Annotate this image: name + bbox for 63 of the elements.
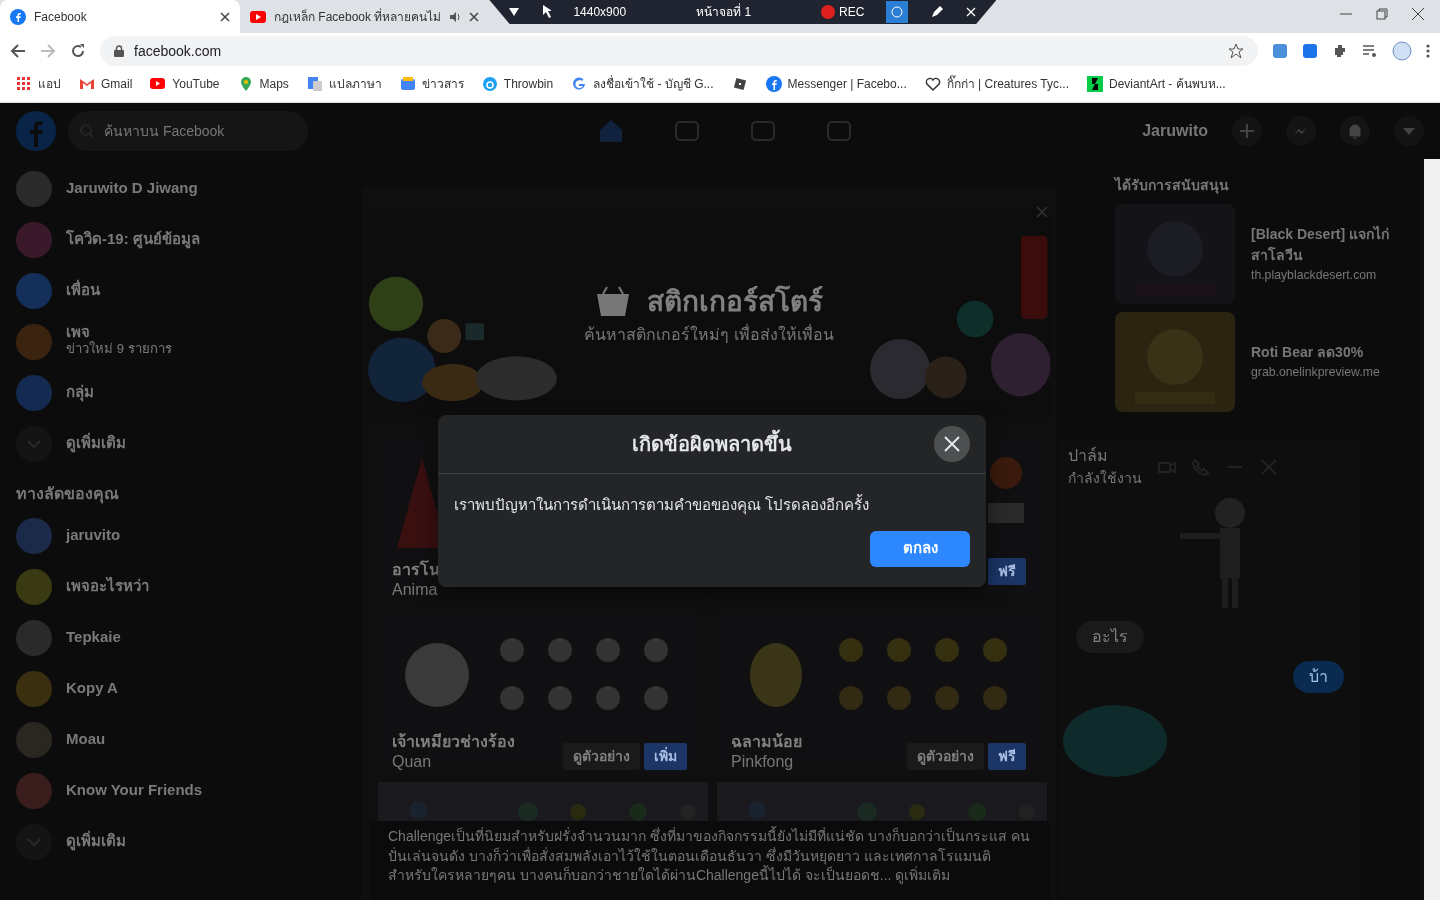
chat-status: กำลังใช้งาน — [1068, 469, 1142, 488]
add-button[interactable]: ฟรี — [988, 558, 1026, 585]
sidebar-item[interactable]: ดูเพิ่มเติม — [16, 816, 344, 867]
message-bubble: บ้า — [1293, 661, 1344, 693]
screen-label: หน้าจอที่ 1 — [696, 3, 752, 21]
browser-tab[interactable]: กฎเหล็ก Facebook ที่หลายคนไม่ — [240, 0, 490, 33]
sidebar-subtext: ข่าวใหม่ 9 รายการ — [66, 340, 172, 359]
record-button[interactable]: REC — [821, 3, 865, 21]
sidebar-item[interactable]: กลุ่ม — [16, 367, 344, 418]
bookmark[interactable]: แปลภาษา — [306, 75, 382, 93]
message-bubble: อะไร — [1076, 621, 1144, 653]
search-field[interactable]: ค้นหาบน Facebook — [68, 111, 308, 151]
bookmark[interactable]: แอป — [16, 75, 61, 93]
dialog-message: เราพบปัญหาในการดำเนินการตามคำขอของคุณ โปรดลองอีกครั้ง — [453, 493, 871, 517]
chat-name[interactable]: ปาล์ม — [1068, 444, 1142, 468]
bookmark[interactable]: DeviantArt - ค้นพบห... — [1087, 75, 1226, 93]
sidebar-item[interactable]: เพจอะไรหว่า — [16, 561, 344, 612]
url-text: facebook.com — [134, 41, 223, 61]
sidebar-item[interactable]: เพื่อน — [16, 265, 344, 316]
pack-name: เจ้าเหมียวช่างร้อง — [392, 732, 515, 752]
pack-author: Pinkfong — [731, 754, 795, 770]
bookmark[interactable]: Throwbin — [481, 75, 554, 93]
pack-name: อารโน — [392, 559, 440, 580]
pack-author: Quan — [392, 754, 433, 770]
pack-name: ฉลามน้อย — [731, 732, 802, 752]
bookmark[interactable]: ลงชื่อเข้าใช้ - บัญชี G... — [571, 75, 714, 93]
browser-tab[interactable]: Facebook — [0, 0, 240, 33]
ad-title[interactable]: Roti Bear ลด30% — [1251, 342, 1380, 364]
sidebar-item[interactable]: Moau — [16, 714, 344, 765]
sidebar-item[interactable]: โควิด-19: ศูนย์ข้อมูล — [16, 214, 344, 265]
bookmark[interactable]: กิ๊กก่า | Creatures Tyc... — [924, 75, 1069, 93]
preview-button[interactable]: ดูตัวอย่าง — [907, 743, 984, 770]
post-text: Challengeเป็นที่นิยมสำหรับฝรั่งจำนวนมาก ซึ่งที่มาของกิจกรรมนี้ยังไม่มีที่แน่ชัด บางก็บอกว่าเป็นกระแส คนปั่นเล่นจนดัง บางก็ว่าเพื่อสั่งสมพลังเอาไว้ใช้ในตอนเดือนธันวา ซึ่งมีวันหยุดยาว และเทศกาลโรแมนติ สำหรับใครหลายๆคน บางคนก็บอกว่าชายใดได้ผ่านChallengeนี้ไปได้ จะเป็นยอดช... ดูเพิ่มเติม — [370, 821, 1050, 900]
ad-url: grab.onelinkpreview.me — [1251, 364, 1380, 382]
see-more-link[interactable]: ดูเพิ่มเติม — [895, 867, 951, 884]
section-title: ได้รับการสนับสนุน — [1115, 176, 1230, 196]
bookmark[interactable]: Gmail — [79, 75, 133, 93]
ad-title[interactable]: [Black Desert] แจกไก่ สาโลวีน — [1251, 223, 1408, 266]
ad-url: th.playblackdesert.com — [1251, 266, 1378, 284]
store-title: สติกเกอร์สโตร์ — [647, 284, 823, 319]
sidebar-item[interactable]: Kopy A — [16, 663, 344, 714]
sidebar-item[interactable]: Know Your Friends — [16, 765, 344, 816]
sidebar-label: เพจ — [66, 324, 91, 340]
section-title: ทางลัดของคุณ — [16, 484, 120, 506]
bookmark[interactable]: YouTube — [150, 75, 220, 93]
sidebar-item[interactable]: Tepkaie — [16, 612, 344, 663]
ok-button[interactable]: ตกลง — [870, 530, 970, 567]
bookmark[interactable]: ข่าวสาร — [399, 75, 464, 93]
bookmark[interactable]: Messenger | Facebo... — [765, 75, 907, 93]
preview-button[interactable]: ดูตัวอย่าง — [563, 743, 640, 770]
sidebar-item[interactable]: Jaruwito D Jiwang — [16, 163, 344, 214]
bookmark[interactable]: Maps — [237, 75, 289, 93]
resolution-label: 1440x900 — [573, 4, 627, 21]
pack-author: Anima — [392, 582, 439, 598]
sidebar-item[interactable]: jaruvito — [16, 510, 344, 561]
add-button[interactable]: เพิ่ม — [644, 743, 687, 770]
user-name[interactable]: Jaruwito — [1142, 119, 1208, 143]
address-bar[interactable]: facebook.com — [100, 36, 1258, 66]
store-subtitle: ค้นหาสติกเกอร์ใหม่ๆ เพื่อส่งให้เพื่อน — [583, 323, 835, 345]
dialog-title: เกิดข้อผิดพลาดขึ้น — [632, 429, 792, 459]
add-button[interactable]: ฟรี — [988, 743, 1026, 770]
sidebar-item[interactable]: ดูเพิ่มเติม — [16, 418, 344, 469]
search-input[interactable]: ค้นหาบน Facebook — [102, 119, 296, 143]
